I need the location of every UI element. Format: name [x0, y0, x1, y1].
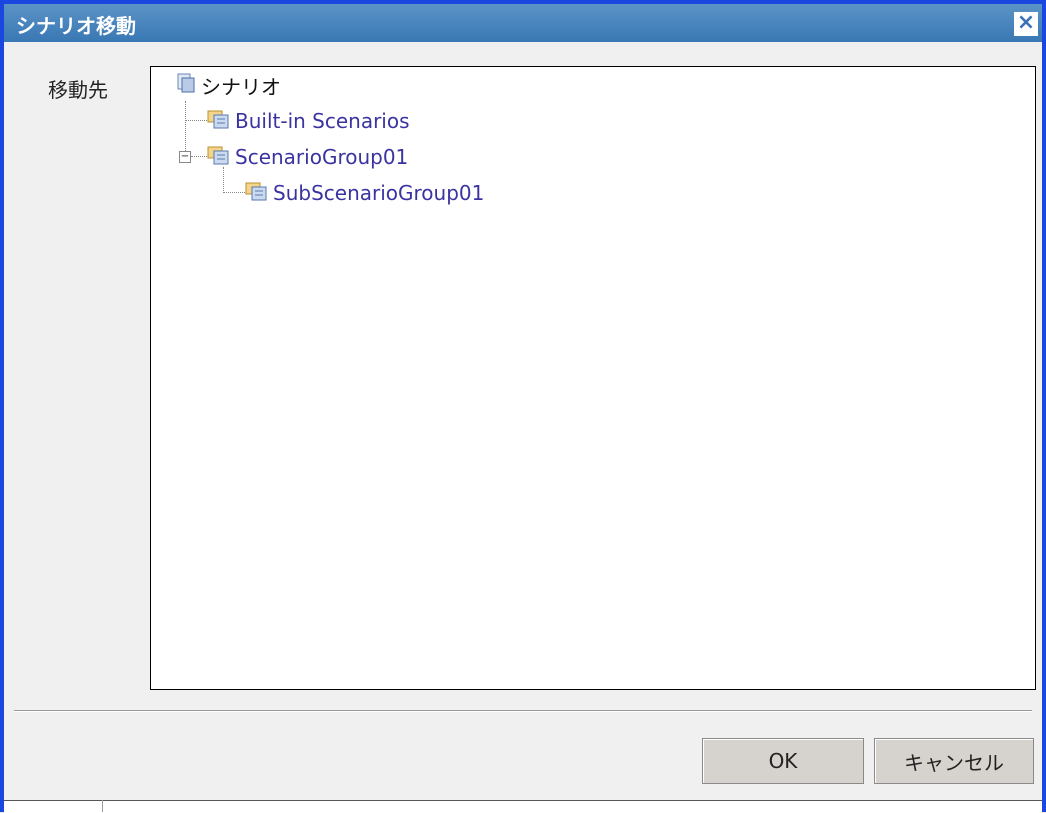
scenario-move-dialog: シナリオ移動 × 移動先 シナリオ Built-in Scenarios − S… — [0, 0, 1046, 813]
tree-item-subscenariogroup01[interactable]: SubScenarioGroup01 — [245, 179, 484, 207]
tree-item-scenariogroup01[interactable]: ScenarioGroup01 — [207, 143, 408, 171]
destination-label: 移動先 — [48, 78, 108, 102]
tree-item-label: SubScenarioGroup01 — [273, 181, 485, 205]
tree-root-label: シナリオ — [201, 74, 281, 99]
destination-tree[interactable]: シナリオ Built-in Scenarios − ScenarioGroup0… — [150, 66, 1036, 690]
tree-connector — [185, 120, 207, 121]
tree-item-built-in-scenarios[interactable]: Built-in Scenarios — [207, 107, 410, 135]
scenario-group-icon — [207, 109, 229, 134]
scenario-group-icon — [245, 181, 267, 206]
tree-item-label: Built-in Scenarios — [235, 109, 410, 133]
footer-divider — [14, 710, 1032, 712]
dialog-title: シナリオ移動 — [16, 14, 136, 38]
status-strip-divider — [102, 800, 103, 812]
collapse-toggle[interactable]: − — [179, 151, 191, 163]
scenario-root-icon — [177, 73, 195, 98]
tree-connector — [191, 156, 207, 157]
cancel-button[interactable]: キャンセル — [874, 738, 1034, 784]
tree-item-label: ScenarioGroup01 — [235, 145, 409, 169]
tree-connector — [185, 101, 186, 157]
status-strip — [4, 800, 1042, 813]
scenario-group-icon — [207, 145, 229, 170]
tree-connector — [223, 192, 245, 193]
title-bar[interactable]: シナリオ移動 × — [4, 4, 1042, 42]
tree-root[interactable]: シナリオ — [177, 71, 281, 99]
close-icon[interactable]: × — [1014, 12, 1038, 36]
ok-button[interactable]: OK — [702, 738, 864, 784]
